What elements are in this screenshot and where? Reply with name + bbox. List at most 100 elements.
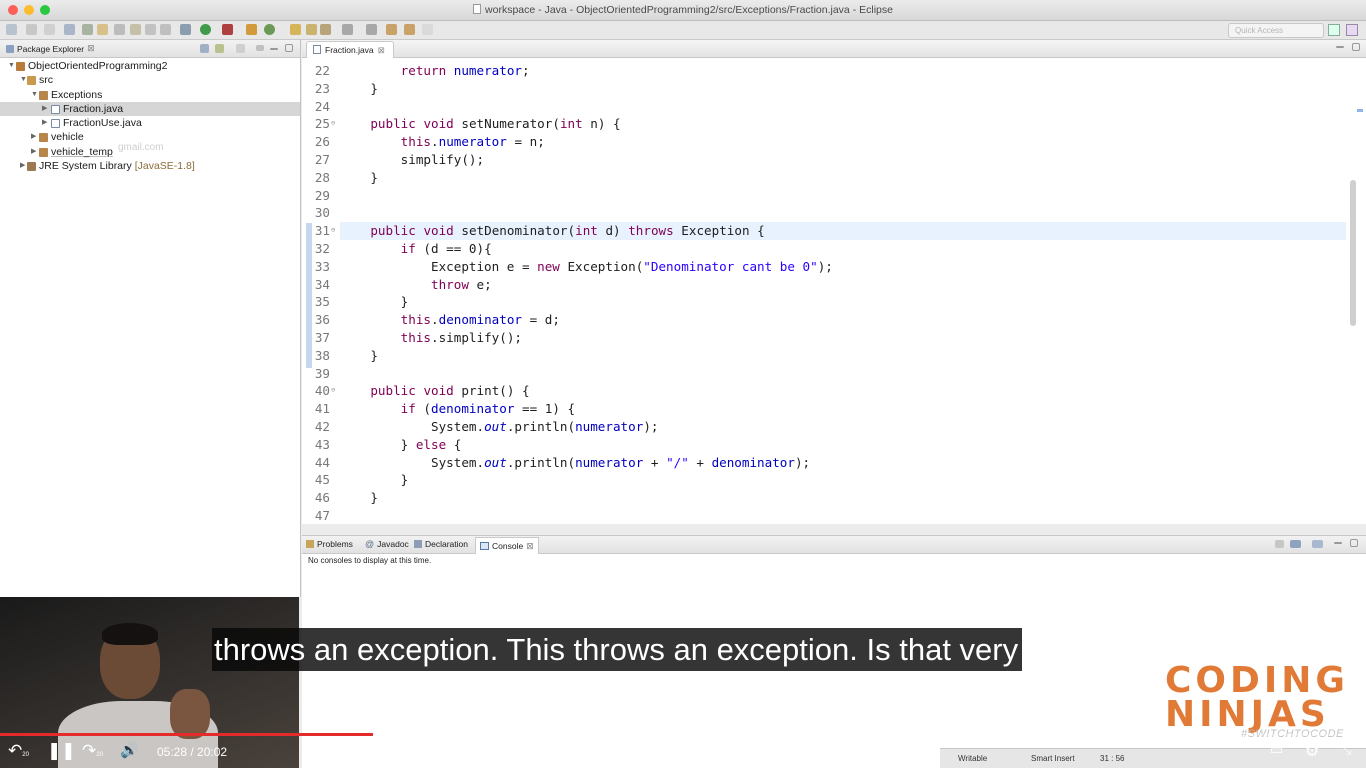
- code-line[interactable]: 27 simplify();: [302, 151, 1346, 169]
- minimize-view-icon[interactable]: [1334, 542, 1342, 544]
- code-line[interactable]: 32 if (d == 0){: [302, 240, 1346, 258]
- skip-back-button[interactable]: ↶20: [8, 741, 29, 761]
- code-line[interactable]: 34 throw e;: [302, 276, 1346, 294]
- close-icon[interactable]: ⊠: [378, 45, 385, 56]
- new-class-icon[interactable]: [264, 24, 275, 35]
- tree-item-jre-library[interactable]: ▶ JRE System Library [JavaSE-1.8]: [0, 159, 300, 173]
- fold-toggle-icon[interactable]: ⊖: [331, 382, 335, 400]
- code-line[interactable]: 26 this.numerator = n;: [302, 133, 1346, 151]
- minimize-view-icon[interactable]: [1336, 46, 1344, 48]
- code-line[interactable]: 40 ⊖ public void print() {: [302, 382, 1346, 400]
- save-icon[interactable]: [26, 24, 37, 35]
- pilcrow-icon[interactable]: [160, 24, 171, 35]
- code-line[interactable]: 22 return numerator;: [302, 62, 1346, 80]
- external-tools-icon[interactable]: [222, 24, 233, 35]
- last-edit-icon[interactable]: [422, 24, 433, 35]
- print-icon[interactable]: [44, 24, 55, 35]
- new-icon[interactable]: [6, 24, 17, 35]
- chevron-down-icon[interactable]: ▼: [20, 73, 27, 87]
- minimize-view-icon[interactable]: [270, 48, 278, 50]
- skip-forward-button[interactable]: ↷20: [82, 741, 103, 761]
- code-line[interactable]: 47: [302, 507, 1346, 524]
- next-annotation-icon[interactable]: [342, 24, 353, 35]
- chevron-right-icon[interactable]: ▶: [42, 102, 47, 116]
- chevron-down-icon[interactable]: ▼: [31, 88, 38, 102]
- block-select-icon[interactable]: [130, 24, 141, 35]
- fold-toggle-icon[interactable]: ⊖: [331, 115, 335, 133]
- highlight-icon[interactable]: [97, 24, 108, 35]
- open-type-icon[interactable]: [290, 24, 301, 35]
- quick-access-field[interactable]: Quick Access: [1228, 23, 1324, 38]
- code-line[interactable]: 30: [302, 204, 1346, 222]
- fold-toggle-icon[interactable]: ⊖: [331, 222, 335, 240]
- code-line[interactable]: 42 System.out.println(numerator);: [302, 418, 1346, 436]
- chevron-right-icon[interactable]: ▶: [20, 159, 25, 173]
- code-line[interactable]: 38 }: [302, 347, 1346, 365]
- open-console-icon[interactable]: [1312, 540, 1323, 548]
- open-perspective-icon[interactable]: [1328, 24, 1340, 36]
- tab-fraction-java[interactable]: Fraction.java ⊠: [306, 41, 394, 58]
- tab-problems[interactable]: Problems: [306, 539, 353, 549]
- maximize-view-icon[interactable]: [1352, 43, 1360, 51]
- code-line[interactable]: 41 if (denominator == 1) {: [302, 400, 1346, 418]
- show-whitespace-icon[interactable]: [114, 24, 125, 35]
- display-console-icon[interactable]: [1290, 540, 1301, 548]
- code-line[interactable]: 46 }: [302, 489, 1346, 507]
- run-icon[interactable]: [200, 24, 211, 35]
- code-area[interactable]: 22 return numerator; 23 } 24 25 ⊖ public voi…: [302, 59, 1366, 524]
- previous-annotation-icon[interactable]: [366, 24, 377, 35]
- overview-ruler-mark[interactable]: [1357, 109, 1363, 112]
- tree-item-project[interactable]: ▼ ObjectOrientedProgramming2: [0, 59, 300, 73]
- close-icon[interactable]: ⊠: [87, 43, 95, 54]
- code-line[interactable]: 29: [302, 187, 1346, 205]
- pause-button[interactable]: ❚❚: [47, 741, 76, 761]
- chevron-down-icon[interactable]: ▼: [8, 59, 15, 73]
- maximize-view-icon[interactable]: [1350, 539, 1358, 547]
- settings-gear-icon[interactable]: ⚙: [1305, 741, 1319, 761]
- tree-item-fraction-java[interactable]: ▶ Fraction.java: [0, 101, 300, 117]
- open-task-icon[interactable]: [306, 24, 317, 35]
- code-line[interactable]: 43 } else {: [302, 436, 1346, 454]
- new-java-project-icon[interactable]: [246, 24, 257, 35]
- word-wrap-icon[interactable]: [145, 24, 156, 35]
- debug-icon[interactable]: [180, 24, 191, 35]
- forward-icon[interactable]: [404, 24, 415, 35]
- captions-icon[interactable]: ▭: [1270, 741, 1283, 758]
- code-line[interactable]: 31 ⊖ public void setDenominator(int d) th…: [302, 222, 1346, 240]
- code-line[interactable]: 36 this.denominator = d;: [302, 311, 1346, 329]
- code-line[interactable]: 44 System.out.println(numerator + "/" + …: [302, 454, 1346, 472]
- chevron-right-icon[interactable]: ▶: [31, 130, 36, 144]
- code-line[interactable]: 35 }: [302, 293, 1346, 311]
- tab-console[interactable]: Console ⊠: [475, 537, 539, 554]
- toggle-mark-icon[interactable]: [82, 24, 93, 35]
- tab-javadoc[interactable]: @ Javadoc: [365, 539, 409, 549]
- code-line[interactable]: 23 }: [302, 80, 1346, 98]
- tree-item-src[interactable]: ▼ src: [0, 73, 300, 87]
- tree-item-fractionuse-java[interactable]: ▶ FractionUse.java: [0, 116, 300, 130]
- close-icon[interactable]: ⊠: [526, 541, 534, 552]
- search-icon[interactable]: [320, 24, 331, 35]
- chevron-right-icon[interactable]: ▶: [42, 116, 47, 130]
- maximize-view-icon[interactable]: [285, 44, 293, 52]
- code-line[interactable]: 39: [302, 365, 1346, 383]
- pin-icon[interactable]: [64, 24, 75, 35]
- code-line[interactable]: 33 Exception e = new Exception("Denomina…: [302, 258, 1346, 276]
- chevron-right-icon[interactable]: ▶: [31, 145, 36, 159]
- java-perspective-icon[interactable]: [1346, 24, 1358, 36]
- tree-item-exceptions[interactable]: ▼ Exceptions: [0, 88, 300, 102]
- code-line[interactable]: 28 }: [302, 169, 1346, 187]
- volume-icon[interactable]: 🔊: [120, 741, 139, 759]
- tab-package-explorer[interactable]: Package Explorer ⊠: [6, 43, 95, 54]
- collapse-all-icon[interactable]: [200, 44, 209, 53]
- video-progress-bar[interactable]: [0, 733, 1366, 736]
- link-with-editor-icon[interactable]: [215, 44, 224, 53]
- editor-scrollbar[interactable]: [1350, 180, 1356, 326]
- code-line[interactable]: 24: [302, 98, 1346, 116]
- code-line[interactable]: 45 }: [302, 471, 1346, 489]
- view-menu-icon[interactable]: [236, 44, 245, 53]
- tab-declaration[interactable]: Declaration: [414, 539, 468, 549]
- pin-console-icon[interactable]: [1275, 540, 1284, 548]
- back-icon[interactable]: [386, 24, 397, 35]
- chevron-down-icon[interactable]: [256, 45, 264, 51]
- code-line[interactable]: 25 ⊖ public void setNumerator(int n) {: [302, 115, 1346, 133]
